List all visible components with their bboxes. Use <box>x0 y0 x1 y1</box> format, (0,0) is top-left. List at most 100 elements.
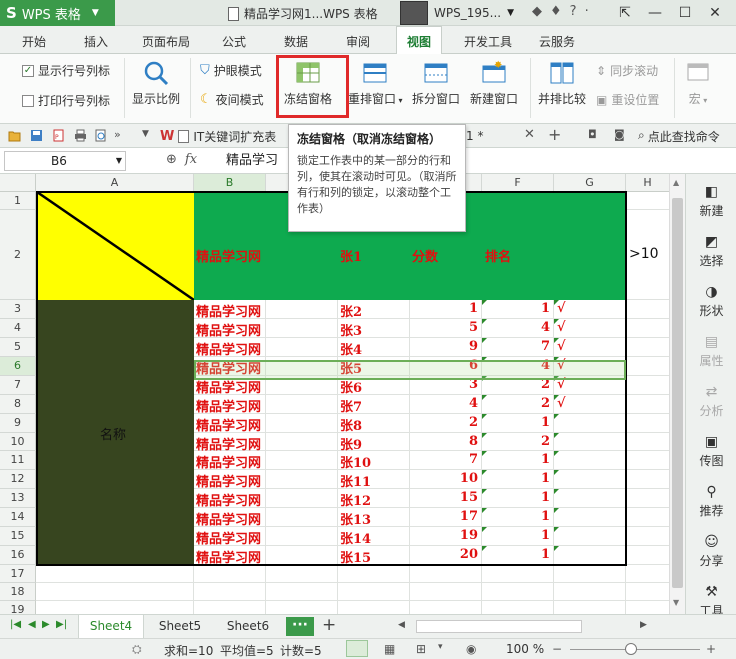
cell-name[interactable]: 张12 <box>340 490 371 509</box>
row-header[interactable]: 15 <box>0 527 36 547</box>
status-settings-icon[interactable]: ⛭ <box>132 642 142 657</box>
cell-site[interactable]: 精品学习网 <box>196 358 261 377</box>
cell-name[interactable]: 张8 <box>340 415 362 434</box>
right-pane-item[interactable]: ▤ 属性 <box>686 334 736 369</box>
macro-button[interactable]: 宏 ▾ <box>684 60 712 107</box>
cell-score[interactable]: 4 <box>410 396 478 411</box>
right-pane-item[interactable]: ◑ 形状 <box>686 284 736 319</box>
tab-page-layout[interactable]: 页面布局 <box>142 33 190 50</box>
row-header[interactable]: 5 <box>0 337 36 357</box>
sheet-tab-sheet6[interactable]: Sheet6 <box>220 615 276 638</box>
cell-score[interactable]: 5 <box>410 320 478 335</box>
function-icon[interactable]: fx <box>185 152 197 167</box>
row-header[interactable]: 11 <box>0 451 36 471</box>
cell-site[interactable]: 精品学习网 <box>196 377 261 396</box>
select-all-corner[interactable] <box>0 174 36 192</box>
avatar[interactable] <box>400 1 428 25</box>
user-account[interactable]: WPS_195... ▼ <box>400 0 514 26</box>
page-break-view-icon[interactable]: ▦ <box>384 642 395 656</box>
cell-rank[interactable]: 4 <box>482 358 550 373</box>
spreadsheet-grid[interactable]: ABCDEFGH 12345678910111213141516171819 名… <box>0 174 685 614</box>
row-header[interactable]: 18 <box>0 583 36 601</box>
cell-name[interactable]: 张3 <box>340 320 362 339</box>
tab-cloud[interactable]: 云服务 <box>539 33 575 50</box>
save-icon[interactable] <box>30 129 43 142</box>
chevron-down-icon[interactable]: ▼ <box>507 8 514 18</box>
restore-pane-icon[interactable]: ⇱ <box>610 0 640 26</box>
eye-protect-button[interactable]: ⛉ 护眼模式 <box>200 62 262 79</box>
tab-review[interactable]: 审阅 <box>346 33 370 50</box>
cell-rank[interactable]: 7 <box>482 339 550 354</box>
cell-score[interactable]: 7 <box>410 452 478 467</box>
new-window-button[interactable]: ✸ 新建窗口 <box>470 60 518 107</box>
tab-formula[interactable]: 公式 <box>222 33 246 50</box>
column-header[interactable]: A <box>36 174 194 192</box>
name-box[interactable]: B6 ▼ <box>4 151 126 171</box>
cell-score[interactable]: 6 <box>410 358 478 373</box>
next-sheet-icon[interactable]: ▶ <box>42 619 50 630</box>
cell-score[interactable]: 9 <box>410 339 478 354</box>
tab-data[interactable]: 数据 <box>284 33 308 50</box>
tab-list-icon[interactable]: ◘ <box>588 128 597 141</box>
row-header[interactable]: 2 <box>0 210 36 300</box>
column-header[interactable]: B <box>194 174 266 192</box>
scroll-right-icon[interactable]: ▶ <box>640 620 647 630</box>
skin-icon[interactable]: ◆ <box>532 4 542 19</box>
help-icon[interactable]: ? <box>570 4 577 19</box>
cell-score[interactable]: 15 <box>410 490 478 505</box>
cell-score[interactable]: 19 <box>410 528 478 543</box>
row-header[interactable]: 6 <box>0 356 36 376</box>
zoom-search-icon[interactable]: ⊕ <box>166 152 177 167</box>
cell-name[interactable]: 张15 <box>340 547 371 566</box>
row-header[interactable]: 14 <box>0 508 36 528</box>
right-pane-item[interactable]: ▣ 传图 <box>686 434 736 469</box>
cell-rank[interactable]: 2 <box>482 377 550 392</box>
tab-home[interactable]: 开始 <box>22 33 46 50</box>
pdf-icon[interactable]: P <box>52 129 65 142</box>
column-header[interactable]: F <box>482 174 554 192</box>
cell-name[interactable]: 张4 <box>340 339 362 358</box>
column-header[interactable]: H <box>626 174 670 192</box>
document-tab-2[interactable]: 1 * <box>466 126 483 146</box>
cell-score[interactable]: 1 <box>410 301 478 316</box>
print-icon[interactable] <box>74 129 87 142</box>
open-folder-icon[interactable] <box>8 129 21 142</box>
cell-score[interactable]: 3 <box>410 377 478 392</box>
sheet-tab-sheet4[interactable]: Sheet4 <box>78 615 144 638</box>
cell-rank[interactable]: 1 <box>482 547 550 562</box>
cell-name[interactable]: 张14 <box>340 528 371 547</box>
close-button[interactable]: ✕ <box>700 0 730 26</box>
cell-rank[interactable]: 1 <box>482 452 550 467</box>
cell-rank[interactable]: 1 <box>482 415 550 430</box>
chevron-down-icon[interactable]: ▼ <box>116 152 122 170</box>
right-pane-item[interactable]: ⚲ 推荐 <box>686 484 736 519</box>
shirt-icon[interactable]: ♦ <box>550 4 562 19</box>
zoom-out-icon[interactable]: − <box>552 642 562 656</box>
tab-developer[interactable]: 开发工具 <box>464 33 512 50</box>
zoom-button[interactable]: 显示比例 <box>132 60 180 107</box>
right-pane-item[interactable]: ◩ 选择 <box>686 234 736 269</box>
new-tab-icon[interactable]: + <box>548 125 561 144</box>
cell-rank[interactable]: 1 <box>482 301 550 316</box>
more-sheets-button[interactable]: ··· <box>286 617 314 636</box>
prev-sheet-icon[interactable]: ◀ <box>28 619 36 630</box>
cell-site[interactable]: 精品学习网 <box>196 320 261 339</box>
first-sheet-icon[interactable]: |◀ <box>10 619 21 630</box>
cloud-icon[interactable]: ◙ <box>614 128 625 141</box>
document-tab-1[interactable]: W IT关键词扩充表 <box>160 126 276 146</box>
app-menu-button[interactable]: S WPS 表格 ▼ <box>0 0 115 26</box>
chevron-down-icon[interactable]: ▾ <box>438 642 443 652</box>
row-header[interactable]: 19 <box>0 601 36 614</box>
sheet-tab-sheet5[interactable]: Sheet5 <box>152 615 208 638</box>
column-header[interactable]: G <box>554 174 626 192</box>
cell-site[interactable]: 精品学习网 <box>196 301 261 320</box>
cell-site[interactable]: 精品学习网 <box>196 490 261 509</box>
maximize-button[interactable]: ☐ <box>670 0 700 26</box>
formula-content[interactable]: 精品学习 <box>226 151 278 171</box>
cell-rank[interactable]: 2 <box>482 396 550 411</box>
cell-rank[interactable]: 1 <box>482 471 550 486</box>
reset-position-button[interactable]: ▣ 重设位置 <box>596 91 659 108</box>
night-mode-button[interactable]: ☾ 夜间模式 <box>200 91 264 108</box>
sync-scroll-button[interactable]: ⇕ 同步滚动 <box>596 62 658 79</box>
zoom-slider-thumb[interactable] <box>625 643 637 655</box>
